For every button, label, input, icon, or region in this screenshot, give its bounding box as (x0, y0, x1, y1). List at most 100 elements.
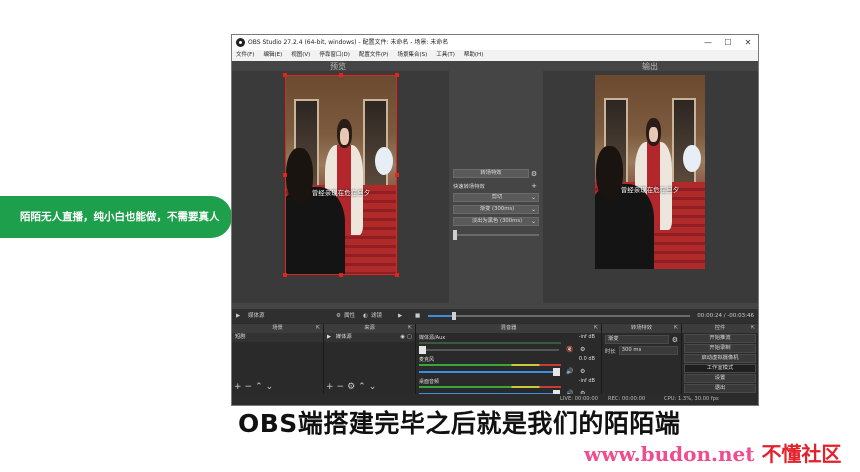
transition-panel: 转场特效 ⚙ 快速转场特效 + 剪切 ⌄ 渐变 (300ms) ⌄ 淡出为黑色 (3… (453, 168, 539, 240)
pin-icon[interactable]: ⇱ (751, 324, 755, 333)
media-stop-icon[interactable]: ■ (415, 309, 420, 323)
filters-button[interactable]: 滤镜 (371, 309, 382, 323)
source-toolbar: ▶ 媒体源 ⚙ 属性 ◐ 滤镜 ▶ ■ 00:00:24 / -00:03:46 (232, 309, 758, 323)
studio-area: 预览 输出 曾经亲现在危在旦夕 转场特效 ⚙ 快速转场特效 + 剪切 ⌄ 渐变 … (232, 61, 758, 309)
controls-dock: 控件 ⇱ 开始推流 开始录制 启动虚拟摄像机 工作室模式 设置 退出 (682, 324, 758, 394)
window-controls: — ☐ ✕ (698, 35, 758, 50)
promo-banner: 陌陌无人直播，纯小白也能做，不需要真人 (0, 196, 232, 238)
pin-icon[interactable]: ⇱ (408, 324, 412, 333)
menu-scene-collection[interactable]: 场景集合(S) (397, 50, 427, 61)
remove-icon[interactable]: − (245, 382, 253, 392)
duration-label: 时长 (605, 348, 616, 355)
quick-transition-fade[interactable]: 渐变 (300ms) ⌄ (453, 205, 539, 214)
mixer-channel: 媒体源/Aux -inf dB 🔇 ⚙ (416, 333, 601, 355)
gear-icon[interactable]: ⚙ (580, 368, 585, 375)
transition-button[interactable]: 转场特效 (453, 169, 529, 178)
resize-handle[interactable] (395, 273, 399, 277)
quick-transition-cut[interactable]: 剪切 ⌄ (453, 193, 539, 202)
resize-handle[interactable] (283, 73, 287, 77)
plus-icon[interactable]: + (529, 182, 539, 190)
close-icon[interactable]: ✕ (738, 35, 758, 50)
start-streaming-button[interactable]: 开始推流 (684, 334, 756, 343)
menu-tools[interactable]: 工具(T) (436, 50, 455, 61)
settings-button[interactable]: 设置 (684, 374, 756, 383)
move-up-icon[interactable]: ⌃ (358, 382, 366, 392)
quick-transitions-label: 快速转场特效 (453, 183, 485, 190)
preview-pane[interactable]: 曾经亲现在危在旦夕 (232, 71, 449, 303)
timeline-progress (428, 315, 455, 317)
channel-name: 媒体源/Aux (419, 335, 446, 341)
window-title: OBS Studio 27.2.4 (64-bit, windows) - 配置… (248, 39, 449, 46)
transition-select[interactable]: 渐变 (605, 335, 669, 344)
menu-docks[interactable]: 停靠窗口(D) (319, 50, 350, 61)
vase-image (683, 144, 701, 172)
play-icon[interactable]: ▶ (236, 309, 240, 323)
chevron-down-icon: ⌄ (530, 194, 536, 201)
resize-handle[interactable] (395, 73, 399, 77)
add-icon[interactable]: + (326, 382, 334, 392)
gear-icon[interactable]: ⚙ (336, 309, 341, 323)
minimize-icon[interactable]: — (698, 35, 718, 50)
move-up-icon[interactable]: ⌃ (255, 382, 263, 392)
play-icon: ▶ (327, 334, 332, 340)
timeline-handle[interactable] (452, 312, 457, 320)
title-bar: OBS Studio 27.2.4 (64-bit, windows) - 配置… (232, 35, 758, 50)
start-recording-button[interactable]: 开始录制 (684, 344, 756, 353)
t-bar-handle[interactable] (453, 230, 457, 240)
move-down-icon[interactable]: ⌄ (266, 382, 274, 392)
volume-meter (419, 364, 561, 366)
gear-icon[interactable]: ⚙ (529, 170, 539, 178)
resize-handle[interactable] (283, 273, 287, 277)
muted-speaker-icon[interactable]: 🔇 (566, 346, 573, 353)
add-icon[interactable]: + (234, 382, 242, 392)
resize-handle[interactable] (395, 173, 399, 177)
chevron-down-icon: ⌄ (530, 218, 536, 225)
resize-handle[interactable] (339, 273, 343, 277)
obs-window: OBS Studio 27.2.4 (64-bit, windows) - 配置… (231, 34, 759, 406)
remove-icon[interactable]: − (337, 382, 345, 392)
volume-fader[interactable] (419, 346, 559, 354)
media-timeline[interactable] (428, 312, 690, 320)
lock-icon[interactable]: ▢ (407, 334, 412, 340)
gear-icon[interactable]: ⚙ (672, 336, 678, 344)
preview-video[interactable]: 曾经亲现在危在旦夕 (285, 75, 397, 275)
man-figure (595, 146, 655, 269)
menu-view[interactable]: 视图(V) (291, 50, 310, 61)
source-item[interactable]: ▶ 媒体源 ◉ ▢ (324, 333, 415, 342)
chevron-down-icon: ⌄ (530, 206, 536, 213)
properties-button[interactable]: 属性 (344, 309, 355, 323)
duration-input[interactable]: 300 ms (618, 346, 678, 355)
pin-icon[interactable]: ⇱ (594, 324, 598, 333)
maximize-icon[interactable]: ☐ (718, 35, 738, 50)
t-bar-slider[interactable] (453, 230, 539, 240)
gear-icon[interactable]: ⚙ (347, 382, 355, 392)
pin-icon[interactable]: ⇱ (674, 324, 678, 333)
channel-db: -inf dB (578, 378, 595, 384)
menu-file[interactable]: 文件(F) (236, 50, 254, 61)
output-video: 曾经亲现在危在旦夕 (595, 75, 705, 269)
exit-button[interactable]: 退出 (684, 384, 756, 393)
output-pane: 曾经亲现在危在旦夕 (543, 71, 758, 303)
man-figure (285, 148, 346, 275)
studio-mode-button[interactable]: 工作室模式 (684, 364, 756, 373)
pin-icon[interactable]: ⇱ (316, 324, 320, 333)
resize-handle[interactable] (283, 173, 287, 177)
start-virtual-camera-button[interactable]: 启动虚拟摄像机 (684, 354, 756, 363)
volume-fader[interactable] (419, 368, 560, 376)
speaker-icon[interactable]: 🔊 (566, 368, 573, 375)
move-down-icon[interactable]: ⌄ (369, 382, 377, 392)
quick-transition-fade-black[interactable]: 淡出为黑色 (300ms) ⌄ (453, 217, 539, 226)
media-play-icon[interactable]: ▶ (398, 309, 402, 323)
filter-icon[interactable]: ◐ (363, 309, 368, 323)
scene-item[interactable]: 短剧 (232, 333, 323, 342)
sources-dock: 来源 ⇱ ▶ 媒体源 ◉ ▢ + − ⚙ ⌃ ⌄ (324, 324, 416, 394)
eye-icon[interactable]: ◉ (400, 334, 405, 340)
menu-profile[interactable]: 配置文件(P) (359, 50, 389, 61)
scenes-dock: 场景 ⇱ 短剧 + − ⌃ ⌄ (232, 324, 324, 394)
resize-handle[interactable] (339, 73, 343, 77)
menu-help[interactable]: 帮助(H) (464, 50, 483, 61)
media-time: 00:00:24 / -00:03:46 (697, 313, 754, 319)
channel-name: 麦克风 (419, 357, 435, 363)
menu-edit[interactable]: 编辑(E) (263, 50, 282, 61)
gear-icon[interactable]: ⚙ (580, 346, 585, 353)
